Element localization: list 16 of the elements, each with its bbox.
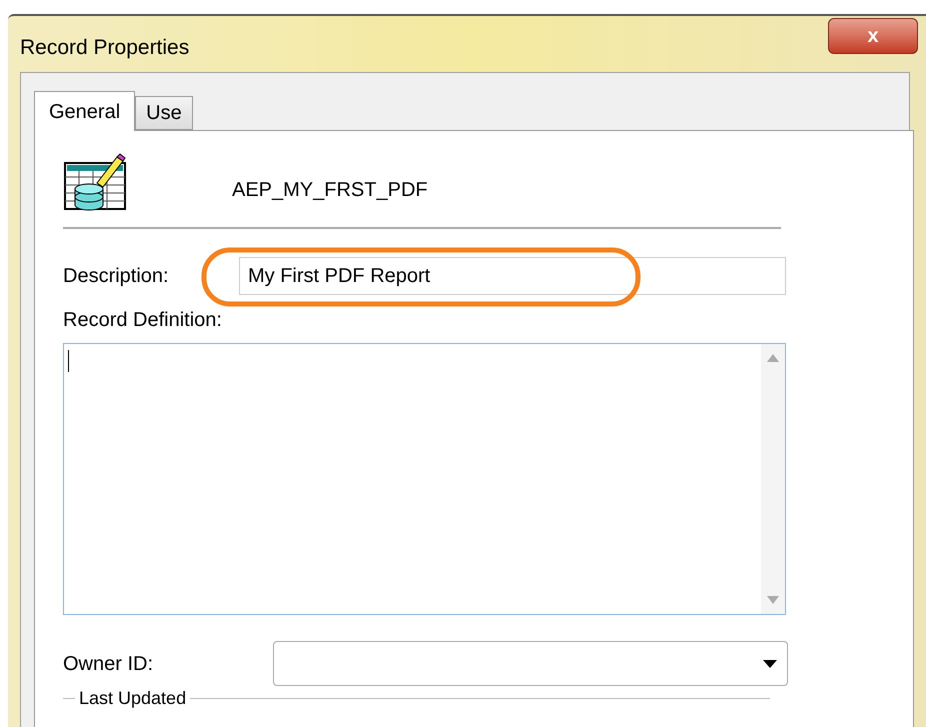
scrollbar[interactable]: [761, 344, 785, 614]
scroll-up-icon[interactable]: [767, 354, 779, 362]
owner-id-label: Owner ID:: [63, 652, 154, 676]
window-title: Record Properties: [20, 35, 190, 61]
owner-id-dropdown[interactable]: [273, 641, 788, 686]
record-definition-label: Record Definition:: [63, 308, 223, 333]
tab[interactable]: General: [34, 91, 136, 131]
description-field[interactable]: My First PDF Report: [239, 257, 786, 295]
last-updated-label: Last Updated: [78, 688, 188, 708]
caret-icon: [763, 660, 777, 668]
tab[interactable]: Use: [135, 96, 193, 130]
record-definition-field[interactable]: [63, 343, 786, 615]
description-label: Description:: [63, 264, 170, 289]
scroll-down-icon[interactable]: [767, 596, 779, 604]
record-name: AEP_MY_FRST_PDF: [232, 178, 428, 203]
table-database-icon: [63, 153, 129, 213]
